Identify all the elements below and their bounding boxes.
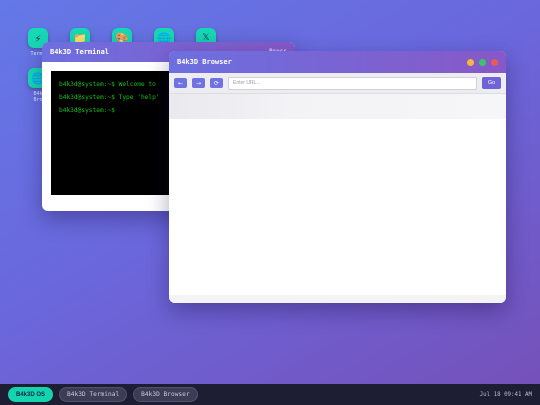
go-button[interactable]: Go (482, 77, 501, 89)
back-button[interactable]: ← (174, 78, 187, 88)
close-button[interactable] (491, 58, 498, 66)
minimize-button[interactable] (467, 58, 474, 66)
browser-title: B4k3D Browser (177, 58, 232, 66)
browser-status-strip (169, 295, 506, 303)
browser-titlebar[interactable]: B4k3D Browser (169, 51, 506, 73)
taskbar-item-terminal[interactable]: B4k3D Terminal (59, 387, 128, 402)
maximize-button[interactable] (479, 58, 486, 66)
taskbar-clock: Jul 18 09:41 AM (479, 391, 532, 398)
browser-tab-strip (169, 94, 506, 119)
reload-button[interactable]: ⟳ (210, 78, 223, 88)
taskbar: B4k3D OS B4k3D Terminal B4k3D Browser Ju… (0, 384, 540, 405)
start-button[interactable]: B4k3D OS (8, 387, 54, 402)
browser-toolbar: ← → ⟳ Enter URL... Go (169, 73, 506, 94)
taskbar-item-browser[interactable]: B4k3D Browser (133, 387, 198, 402)
browser-viewport[interactable] (169, 119, 506, 295)
url-input[interactable]: Enter URL... (228, 76, 477, 90)
browser-window[interactable]: B4k3D Browser ← → ⟳ Enter URL... Go (169, 51, 506, 303)
forward-button[interactable]: → (192, 78, 205, 88)
